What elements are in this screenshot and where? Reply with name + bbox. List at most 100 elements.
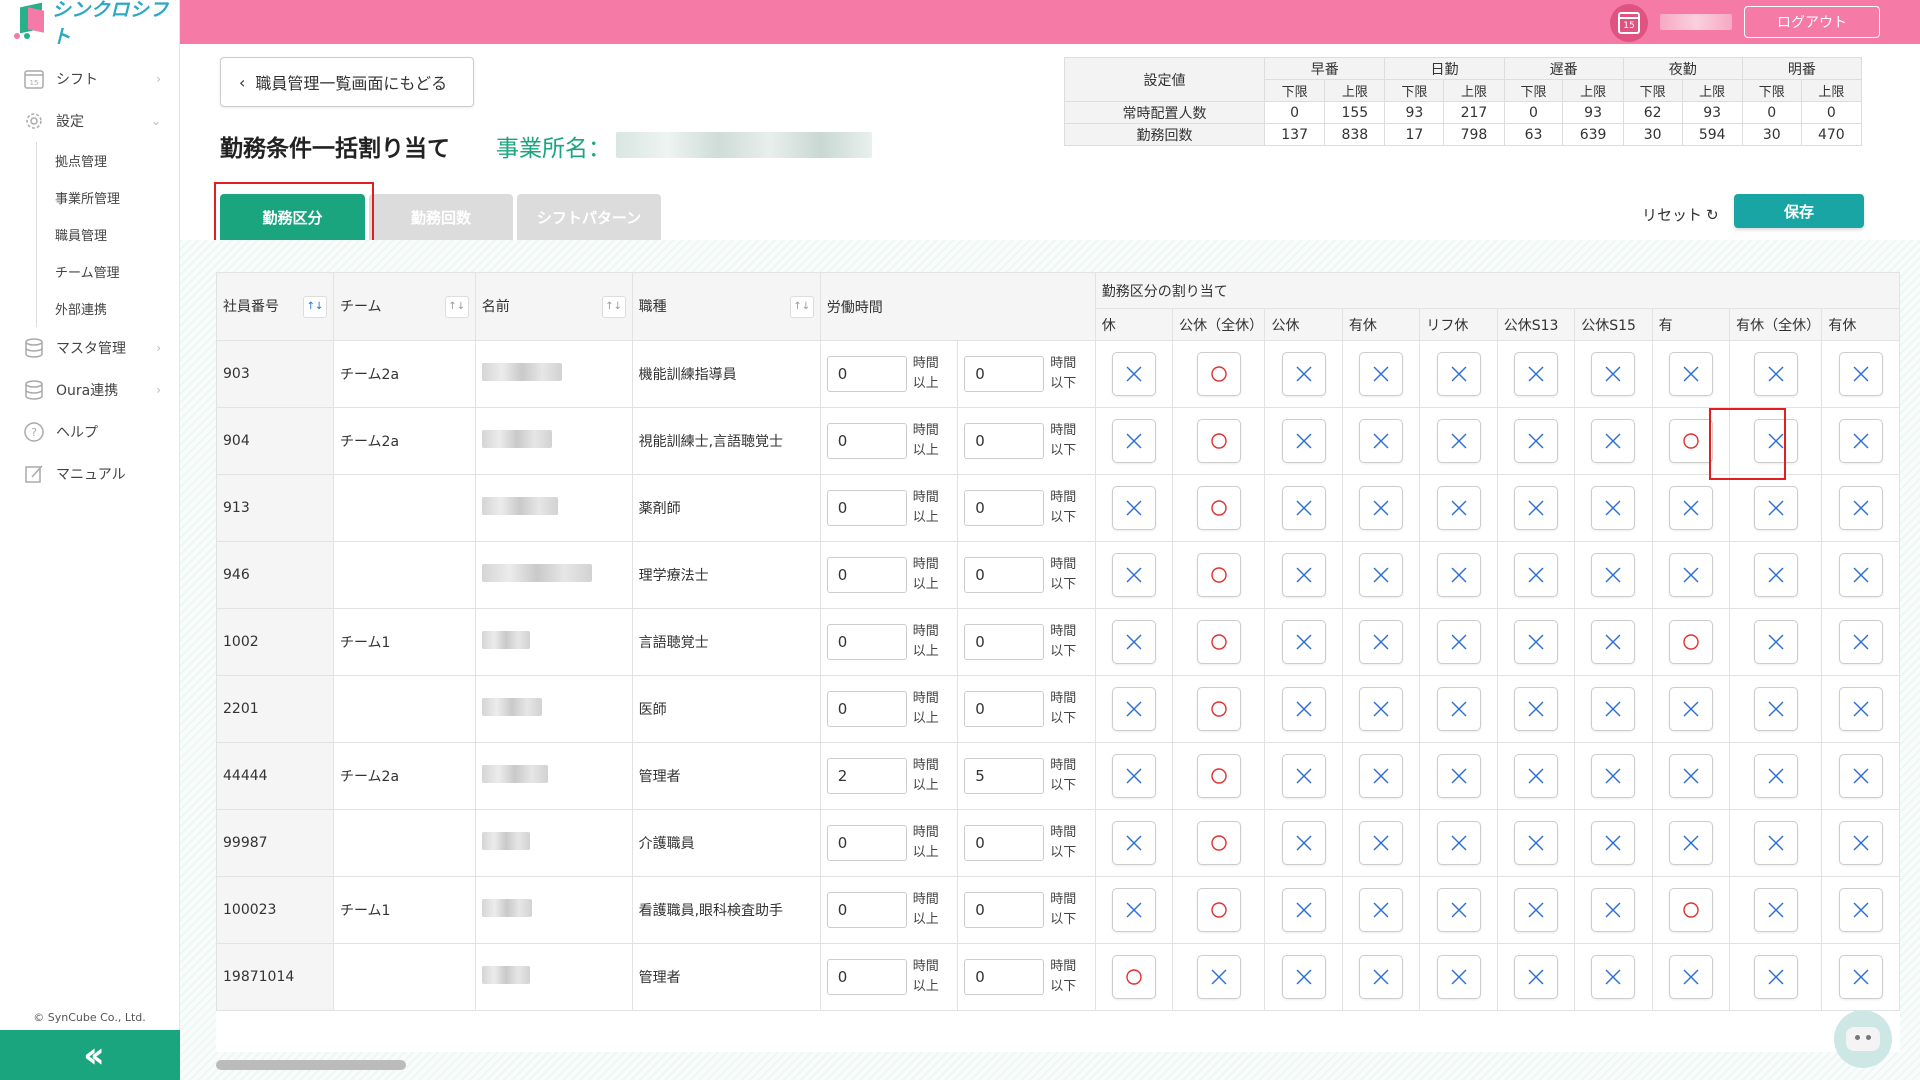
assign-toggle-button[interactable] [1513,419,1558,463]
assign-toggle-button[interactable] [1196,888,1241,932]
assign-toggle-button[interactable] [1838,486,1883,530]
assign-toggle-button[interactable] [1753,687,1798,731]
sort-icon[interactable]: ↑↓ [444,295,469,318]
assign-toggle-button[interactable] [1281,620,1326,664]
assign-toggle-button[interactable] [1513,553,1558,597]
assign-toggle-button[interactable] [1753,352,1798,396]
assign-toggle-button[interactable] [1513,888,1558,932]
assign-toggle-button[interactable] [1359,687,1404,731]
assign-toggle-button[interactable] [1281,352,1326,396]
assign-toggle-button[interactable] [1111,620,1156,664]
assign-toggle-button[interactable] [1281,687,1326,731]
assign-toggle-button[interactable] [1281,821,1326,865]
assign-toggle-button[interactable] [1838,419,1883,463]
max-hours-input[interactable] [964,356,1045,392]
assign-toggle-button[interactable] [1838,553,1883,597]
logout-button[interactable]: ログアウト [1744,6,1880,38]
assign-toggle-button[interactable] [1436,754,1481,798]
sidebar-subitem-staff[interactable]: 職員管理 [55,216,179,253]
assign-toggle-button[interactable] [1668,754,1713,798]
assign-toggle-button[interactable] [1591,620,1636,664]
assign-toggle-button[interactable] [1591,352,1636,396]
assign-toggle-button[interactable] [1111,486,1156,530]
assign-toggle-button[interactable] [1668,687,1713,731]
assign-toggle-button[interactable] [1513,486,1558,530]
max-hours-input[interactable] [964,892,1045,928]
sidebar-collapse-button[interactable]: ‹‹ [0,1030,180,1080]
assign-toggle-button[interactable] [1838,687,1883,731]
min-hours-input[interactable] [826,959,907,995]
assign-toggle-button[interactable] [1196,352,1241,396]
assign-toggle-button[interactable] [1436,553,1481,597]
assign-toggle-button[interactable] [1359,888,1404,932]
assign-toggle-button[interactable] [1753,888,1798,932]
assign-toggle-button[interactable] [1359,486,1404,530]
assign-toggle-button[interactable] [1591,486,1636,530]
min-hours-input[interactable] [826,691,907,727]
assign-toggle-button[interactable] [1281,888,1326,932]
assign-toggle-button[interactable] [1513,620,1558,664]
assign-toggle-button[interactable] [1591,955,1636,999]
sidebar-item-master[interactable]: マスタ管理 › [0,327,179,369]
min-hours-input[interactable] [826,356,907,392]
sidebar-subitem-external[interactable]: 外部連携 [55,290,179,327]
assign-toggle-button[interactable] [1281,553,1326,597]
assign-toggle-button[interactable] [1591,687,1636,731]
assign-toggle-button[interactable] [1196,553,1241,597]
assign-toggle-button[interactable] [1753,620,1798,664]
assign-toggle-button[interactable] [1359,821,1404,865]
max-hours-input[interactable] [964,557,1045,593]
sort-icon[interactable]: ↑↓ [302,295,327,318]
max-hours-input[interactable] [964,959,1045,995]
max-hours-input[interactable] [964,490,1045,526]
assign-toggle-button[interactable] [1111,955,1156,999]
assign-toggle-button[interactable] [1591,419,1636,463]
assign-toggle-button[interactable] [1281,955,1326,999]
min-hours-input[interactable] [826,892,907,928]
assign-toggle-button[interactable] [1668,955,1713,999]
sort-icon[interactable]: ↑↓ [789,295,814,318]
assign-toggle-button[interactable] [1196,419,1241,463]
assign-toggle-button[interactable] [1359,754,1404,798]
calendar-button[interactable]: 15 [1610,4,1648,42]
assign-toggle-button[interactable] [1591,888,1636,932]
sidebar-item-oura[interactable]: Oura連携 › [0,369,179,411]
max-hours-input[interactable] [964,624,1045,660]
assign-toggle-button[interactable] [1436,821,1481,865]
sidebar-item-help[interactable]: ? ヘルプ [0,411,179,453]
assign-toggle-button[interactable] [1436,687,1481,731]
assign-toggle-button[interactable] [1359,352,1404,396]
assign-toggle-button[interactable] [1111,352,1156,396]
assign-toggle-button[interactable] [1668,553,1713,597]
max-hours-input[interactable] [964,691,1045,727]
assign-toggle-button[interactable] [1196,955,1241,999]
assign-toggle-button[interactable] [1668,352,1713,396]
assign-toggle-button[interactable] [1668,419,1713,463]
assign-toggle-button[interactable] [1111,687,1156,731]
assign-toggle-button[interactable] [1111,419,1156,463]
min-hours-input[interactable] [826,624,907,660]
min-hours-input[interactable] [826,758,907,794]
assign-toggle-button[interactable] [1668,888,1713,932]
horizontal-scrollbar[interactable] [216,1060,1900,1070]
assign-toggle-button[interactable] [1513,821,1558,865]
min-hours-input[interactable] [826,423,907,459]
min-hours-input[interactable] [826,557,907,593]
assign-toggle-button[interactable] [1753,754,1798,798]
assign-toggle-button[interactable] [1838,754,1883,798]
assign-toggle-button[interactable] [1436,419,1481,463]
assign-toggle-button[interactable] [1196,486,1241,530]
assign-toggle-button[interactable] [1591,754,1636,798]
assign-toggle-button[interactable] [1753,486,1798,530]
assign-toggle-button[interactable] [1591,821,1636,865]
assign-toggle-button[interactable] [1838,352,1883,396]
assign-toggle-button[interactable] [1111,888,1156,932]
reset-button[interactable]: リセット ↻ [1642,204,1719,225]
assign-toggle-button[interactable] [1436,620,1481,664]
assign-toggle-button[interactable] [1668,821,1713,865]
sidebar-item-shift[interactable]: 15 シフト › [0,58,179,100]
assign-toggle-button[interactable] [1359,955,1404,999]
assign-toggle-button[interactable] [1196,754,1241,798]
assign-toggle-button[interactable] [1668,620,1713,664]
assign-toggle-button[interactable] [1359,620,1404,664]
